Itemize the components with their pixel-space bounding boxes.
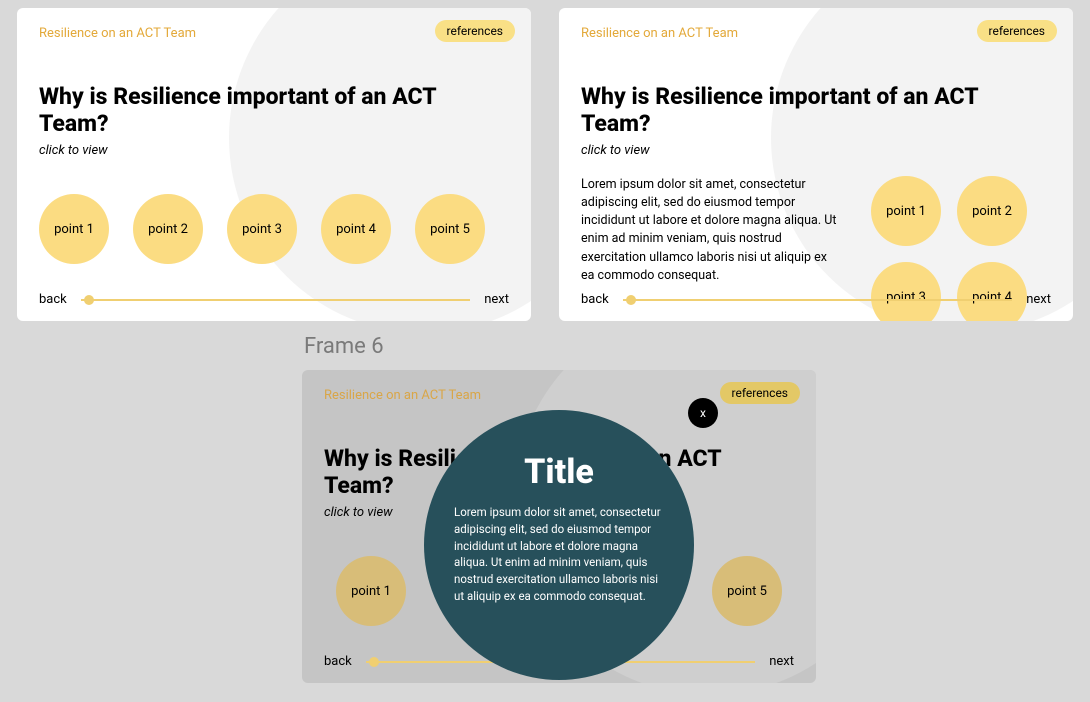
point-2[interactable]: point 2 (133, 194, 203, 264)
point-3[interactable]: point 3 (227, 194, 297, 264)
progress-slider[interactable] (623, 295, 1012, 305)
next-link[interactable]: next (1026, 292, 1051, 307)
point-1[interactable]: point 1 (39, 194, 109, 264)
references-button[interactable]: references (977, 20, 1058, 42)
point-1[interactable]: point 1 (336, 556, 406, 626)
point-1[interactable]: point 1 (871, 176, 941, 246)
footer-nav: back next (581, 292, 1051, 307)
slide-card-3: Resilience on an ACT Team references Why… (302, 370, 816, 683)
slide-title: Why is Resilience important of an ACT Te… (581, 83, 1051, 137)
slide-card-2: Resilience on an ACT Team references Why… (559, 8, 1073, 321)
references-button[interactable]: references (435, 20, 516, 42)
next-link[interactable]: next (484, 292, 509, 307)
point-5[interactable]: point 5 (415, 194, 485, 264)
modal-title: Title (454, 452, 664, 492)
modal-popup: Title Lorem ipsum dolor sit amet, consec… (424, 410, 694, 680)
point-4[interactable]: point 4 (321, 194, 391, 264)
frame-label: Frame 6 (304, 334, 384, 359)
references-button[interactable]: references (720, 382, 801, 404)
progress-slider[interactable] (81, 295, 470, 305)
back-link[interactable]: back (581, 292, 609, 307)
point-5[interactable]: point 5 (712, 556, 782, 626)
slider-track (623, 299, 1012, 301)
slide-card-1: Resilience on an ACT Team references Why… (17, 8, 531, 321)
modal-body-text: Lorem ipsum dolor sit amet, consectetur … (454, 504, 664, 604)
modal-close-button[interactable]: x (688, 398, 718, 428)
footer-nav: back next (39, 292, 509, 307)
back-link[interactable]: back (39, 292, 67, 307)
slide-subtitle: click to view (39, 143, 509, 158)
slider-thumb[interactable] (626, 295, 636, 305)
slide-subtitle: click to view (581, 143, 1051, 158)
slider-track (81, 299, 470, 301)
back-link[interactable]: back (324, 654, 352, 669)
slide-title: Why is Resilience important of an ACT Te… (39, 83, 509, 137)
next-link[interactable]: next (769, 654, 794, 669)
slider-thumb[interactable] (369, 657, 379, 667)
slider-thumb[interactable] (84, 295, 94, 305)
point-2[interactable]: point 2 (957, 176, 1027, 246)
points-row: point 1 point 2 point 3 point 4 point 5 (39, 194, 509, 264)
